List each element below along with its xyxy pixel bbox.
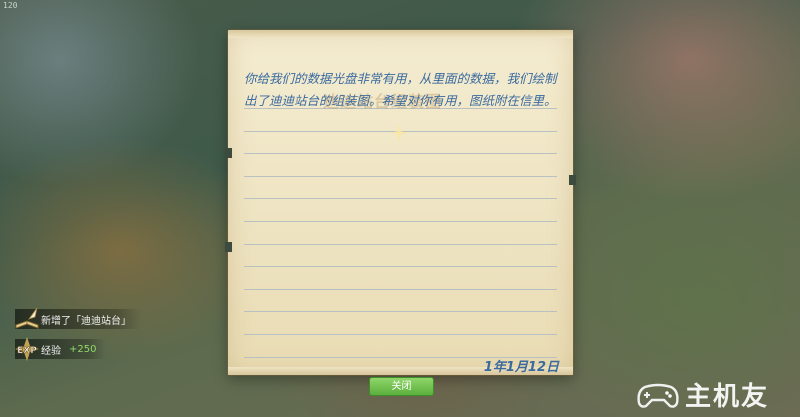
paper-notch: [225, 242, 232, 252]
paper-notch: [569, 175, 576, 185]
exp-icon: EXP: [15, 337, 39, 361]
letter-date: 1年1月12日: [483, 360, 559, 375]
paper-notch: [225, 148, 232, 158]
message-line: 出了迪迪站台的组装图。希望对你有用，图纸附在信里。: [244, 93, 557, 108]
letter-message: 你给我们的数据光盘非常有用，从里面的数据，我们绘制 出了迪迪站台的组装图。希望对…: [244, 68, 562, 112]
exp-label: 经验: [41, 345, 61, 357]
exp-notification: EXP 经验 +250: [15, 337, 107, 361]
exp-value: +250: [69, 343, 97, 355]
gamepad-icon: [637, 383, 679, 408]
paper-fold-top: [228, 30, 573, 38]
site-watermark: 主机友: [637, 376, 769, 413]
message-line: 你给我们的数据光盘非常有用，从里面的数据，我们绘制: [244, 71, 557, 86]
notification-text: 新增了「迪迪站台」: [41, 315, 131, 327]
watermark-text: 主机友: [685, 382, 770, 412]
sparkle-icon: [390, 124, 408, 142]
svg-text:EXP: EXP: [17, 346, 37, 356]
close-button[interactable]: 关闭: [369, 377, 434, 396]
letter-paper: 迪迪站台组装图 你给我们的数据光盘非常有用，从里面的数据，我们绘制 出了迪迪站台…: [225, 30, 576, 375]
ruled-lines: [244, 108, 557, 379]
book-quill-icon: [15, 307, 39, 329]
item-added-notification: 新增了「迪迪站台」: [15, 307, 141, 329]
fps-counter: 120: [3, 1, 18, 10]
